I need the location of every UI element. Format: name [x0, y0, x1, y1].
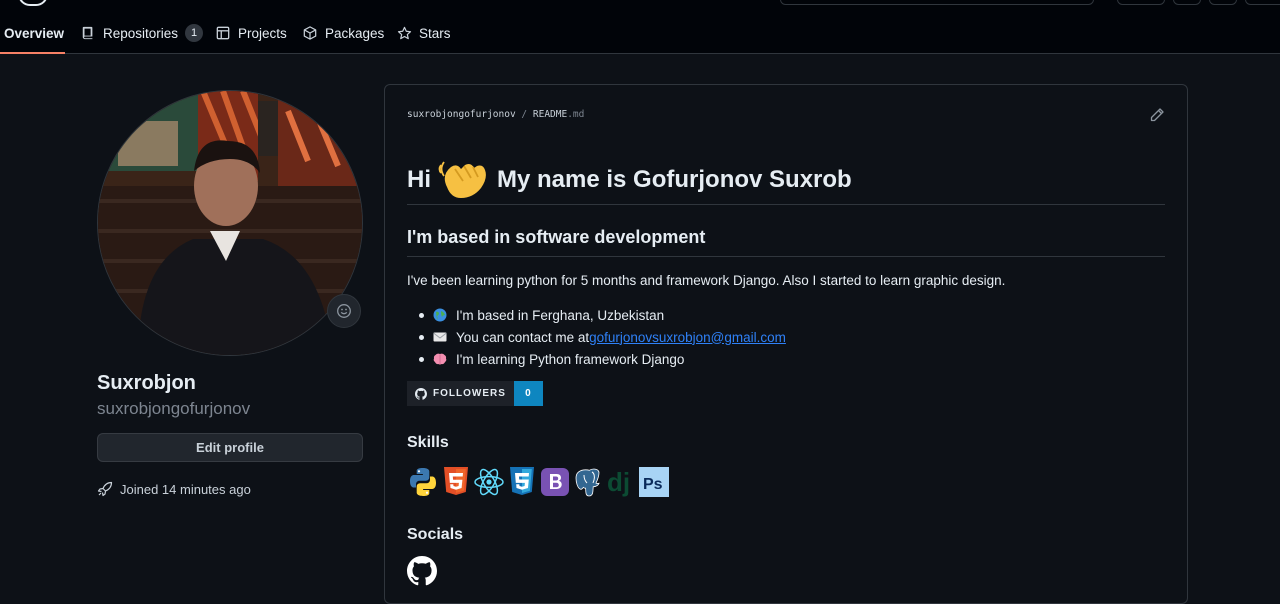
heading-hi-text: Hi	[407, 165, 431, 193]
bullet-learning-text: I'm learning Python framework Django	[456, 351, 685, 367]
globe-icon	[433, 308, 447, 322]
followers-badge-label: FOLLOWERS	[407, 381, 514, 406]
package-icon	[302, 25, 318, 41]
smiley-icon	[337, 304, 351, 318]
readme-path: suxrobjongofurjonov / README.md	[407, 109, 584, 120]
readme-paragraph: I've been learning python for 5 months a…	[407, 273, 1006, 288]
github-mark-icon	[415, 387, 427, 400]
profile-full-name: Suxrobjon	[97, 372, 196, 394]
waving-hand-icon	[438, 160, 486, 198]
repo-count-badge: 1	[185, 24, 204, 42]
github-social-icon[interactable]	[407, 556, 437, 586]
tab-stars-label: Stars	[419, 25, 451, 41]
edit-profile-button[interactable]: Edit profile	[97, 433, 363, 462]
active-tab-underline	[0, 52, 65, 54]
joined-info: Joined 14 minutes ago	[97, 481, 251, 497]
email-link[interactable]: gofurjonovsuxrobjon@gmail.com	[589, 330, 786, 345]
svg-text:Ps: Ps	[643, 476, 663, 493]
envelope-icon	[433, 330, 447, 344]
tab-overview-label: Overview	[4, 25, 65, 41]
html5-icon	[440, 465, 472, 499]
svg-text:dj: dj	[607, 467, 630, 497]
inbox-button[interactable]	[1245, 0, 1280, 5]
list-item: I'm based in Ferghana, Uzbekistan	[407, 304, 786, 326]
tab-packages[interactable]: Packages	[302, 12, 384, 54]
set-status-button[interactable]	[327, 294, 361, 328]
readme-bullet-list: I'm based in Ferghana, Uzbekistan You ca…	[407, 304, 786, 370]
bullet-location-text: I'm based in Ferghana, Uzbekistan	[456, 307, 665, 323]
followers-label-text: FOLLOWERS	[433, 388, 506, 399]
rocket-icon	[97, 481, 113, 497]
star-icon	[396, 25, 412, 41]
issues-button[interactable]	[1173, 0, 1201, 5]
python-icon	[407, 465, 439, 499]
followers-count: 0	[513, 381, 543, 406]
joined-text: Joined 14 minutes ago	[120, 481, 251, 497]
readme-path-file[interactable]: README	[533, 109, 567, 120]
postgresql-icon	[572, 465, 604, 499]
pull-requests-button[interactable]	[1209, 0, 1237, 5]
socials-heading: Socials	[407, 526, 464, 543]
brain-icon	[433, 352, 447, 366]
profile-username: suxrobjongofurjonov	[97, 399, 251, 418]
github-logo-icon[interactable]	[18, 0, 48, 6]
readme-path-separator: /	[521, 109, 528, 120]
css3-icon	[506, 465, 538, 499]
react-icon	[473, 465, 505, 499]
photoshop-icon: Ps	[638, 465, 670, 499]
tab-projects[interactable]: Projects	[215, 12, 287, 54]
skills-heading: Skills	[407, 434, 449, 451]
bullet-contact-text: You can contact me at	[456, 329, 590, 345]
tab-repositories[interactable]: Repositories 1	[80, 12, 204, 54]
readme-path-owner[interactable]: suxrobjongofurjonov	[407, 109, 516, 120]
tab-packages-label: Packages	[325, 25, 385, 41]
readme-card: suxrobjongofurjonov / README.md Hi My na…	[384, 84, 1188, 604]
bootstrap-icon	[539, 465, 571, 499]
tab-repositories-label: Repositories	[103, 25, 179, 41]
tab-stars[interactable]: Stars	[396, 12, 451, 54]
django-icon: dj	[605, 465, 637, 499]
profile-nav: Overview Repositories 1 Projects Package…	[0, 12, 1280, 54]
list-item: You can contact me at gofurjonovsuxrobjo…	[407, 326, 786, 348]
readme-heading-1: Hi My name is Gofurjonov Suxrob	[407, 155, 1165, 205]
tab-overview[interactable]: Overview	[4, 12, 64, 54]
global-header	[0, 0, 1280, 12]
avatar[interactable]	[97, 90, 363, 356]
search-input[interactable]	[780, 0, 1094, 5]
create-button[interactable]	[1117, 0, 1165, 5]
followers-badge[interactable]: FOLLOWERS 0	[407, 381, 543, 406]
tab-projects-label: Projects	[238, 25, 287, 41]
table-icon	[215, 25, 231, 41]
repo-icon	[80, 25, 96, 41]
readme-path-ext: .md	[567, 109, 585, 120]
readme-heading-2: I'm based in software development	[407, 227, 1165, 257]
list-item: I'm learning Python framework Django	[407, 348, 786, 370]
heading-name-text: My name is Gofurjonov Suxrob	[497, 165, 852, 193]
pencil-icon[interactable]	[1149, 107, 1165, 123]
skills-icons: dj Ps	[407, 465, 670, 499]
